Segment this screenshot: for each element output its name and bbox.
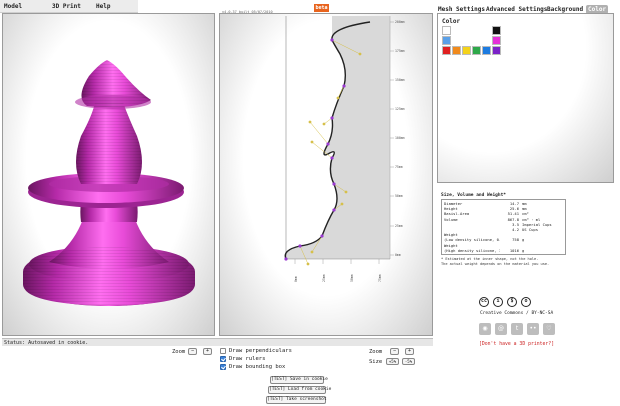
draw-perpendiculars-label: Draw perpendiculars [229,348,292,354]
load-cookie-button[interactable]: [TEST] Load from cookie [268,386,331,394]
beta-badge: beta [314,4,329,12]
flickr-icon[interactable]: •• [527,323,539,335]
3d-preview[interactable] [2,13,215,336]
color-swatch-pink[interactable] [492,36,501,45]
zoom-label-right: Zoom [369,349,383,355]
zoom-in-button-right[interactable]: + [405,348,414,355]
draw-perpendiculars-checkbox[interactable] [220,348,226,354]
ruler-tick: 175mm [395,49,405,53]
color-swatch-purple[interactable] [492,46,501,55]
color-swatch-white[interactable] [442,26,451,35]
by-icon: i [493,297,503,307]
ruler-tick: 150mm [395,78,405,82]
menu-model[interactable]: Model [4,3,22,10]
color-swatch-blue[interactable] [482,46,491,55]
menu-bar: Model 3D Print Help [0,0,138,13]
take-screenshot-button[interactable]: [TEST] Take screenshot [266,396,327,404]
draw-rulers-checkbox[interactable] [220,356,226,362]
color-panel: Color [437,13,614,183]
sa-icon: o [521,297,531,307]
ruler-tick: 125mm [395,107,405,111]
zoom-label: Zoom [172,349,186,355]
zoom-out-button-right[interactable]: − [390,348,399,355]
save-cookie-button[interactable]: [TEST] Save in cookie [270,376,328,384]
twitter-icon[interactable]: t [511,323,523,335]
info-note-line: The actual weight depends on the materia… [441,262,550,266]
ruler-tick: 0mm [294,276,298,282]
color-swatch-green[interactable] [472,46,481,55]
cc-icon: cc [479,297,489,307]
menu-help[interactable]: Help [96,3,110,10]
license-text: Creative Commons / BY-NC-SA [480,311,554,316]
color-swatch-light-blue[interactable] [442,36,451,45]
color-swatch-orange[interactable] [452,46,461,55]
heart-icon[interactable]: ♡ [543,323,555,335]
info-title: Size, Volume and Weight* [441,193,507,198]
zoom-out-button[interactable]: − [188,348,197,355]
draw-rulers-label: Draw rulers [229,356,266,362]
ruler-tick: 50mm [395,194,403,198]
model-body [23,60,195,306]
draw-bounding-box-label: Draw bounding box [229,364,286,370]
info-note: * Estimated at the inner shape, not the … [441,257,611,267]
size-label: Size [369,359,383,365]
ruler-tick: 25mm [395,224,403,228]
ruler-tick: 0mm [395,253,401,257]
status-bar: Status: Autosaved in cookie. [2,338,433,346]
profile-editor[interactable]: 200mm 175mm 150mm 125mm 100mm 75mm 50mm … [219,13,433,336]
rss-icon[interactable]: ◉ [479,323,491,335]
zoom-in-button[interactable]: + [203,348,212,355]
table-row: (High density silicone, 1.17g/cm³)1016g [444,247,525,253]
ruler-right: 200mm 175mm 150mm 125mm 100mm 75mm 50mm … [390,20,405,257]
ruler-tick: 100mm [395,136,405,140]
ruler-tick: 50mm [350,274,354,282]
profile-canvas[interactable]: 200mm 175mm 150mm 125mm 100mm 75mm 50mm … [220,14,433,336]
ruler-tick: 25mm [322,274,326,282]
size-minus-5-button[interactable]: -5% [402,358,415,365]
3d-model-render [23,60,195,306]
color-swatch-red[interactable] [442,46,451,55]
color-panel-title: Color [442,18,461,25]
ruler-tick: 75mm [378,274,382,282]
color-swatch-black[interactable] [492,26,501,35]
info-table: Diameter 14.7 mm Height 25.6 mm Basisl.Area 5… [441,199,566,255]
no-printer-link[interactable]: [Don't have a 3D printer?] [479,342,554,347]
at-icon[interactable]: @ [495,323,507,335]
color-swatch-yellow[interactable] [462,46,471,55]
ruler-tick: 200mm [395,20,405,24]
draw-bounding-box-checkbox[interactable] [220,364,226,370]
nc-icon: $ [507,297,517,307]
size-plus-5-button[interactable]: +5% [386,358,399,365]
menu-3d-print[interactable]: 3D Print [52,3,81,10]
ruler-tick: 75mm [395,165,403,169]
